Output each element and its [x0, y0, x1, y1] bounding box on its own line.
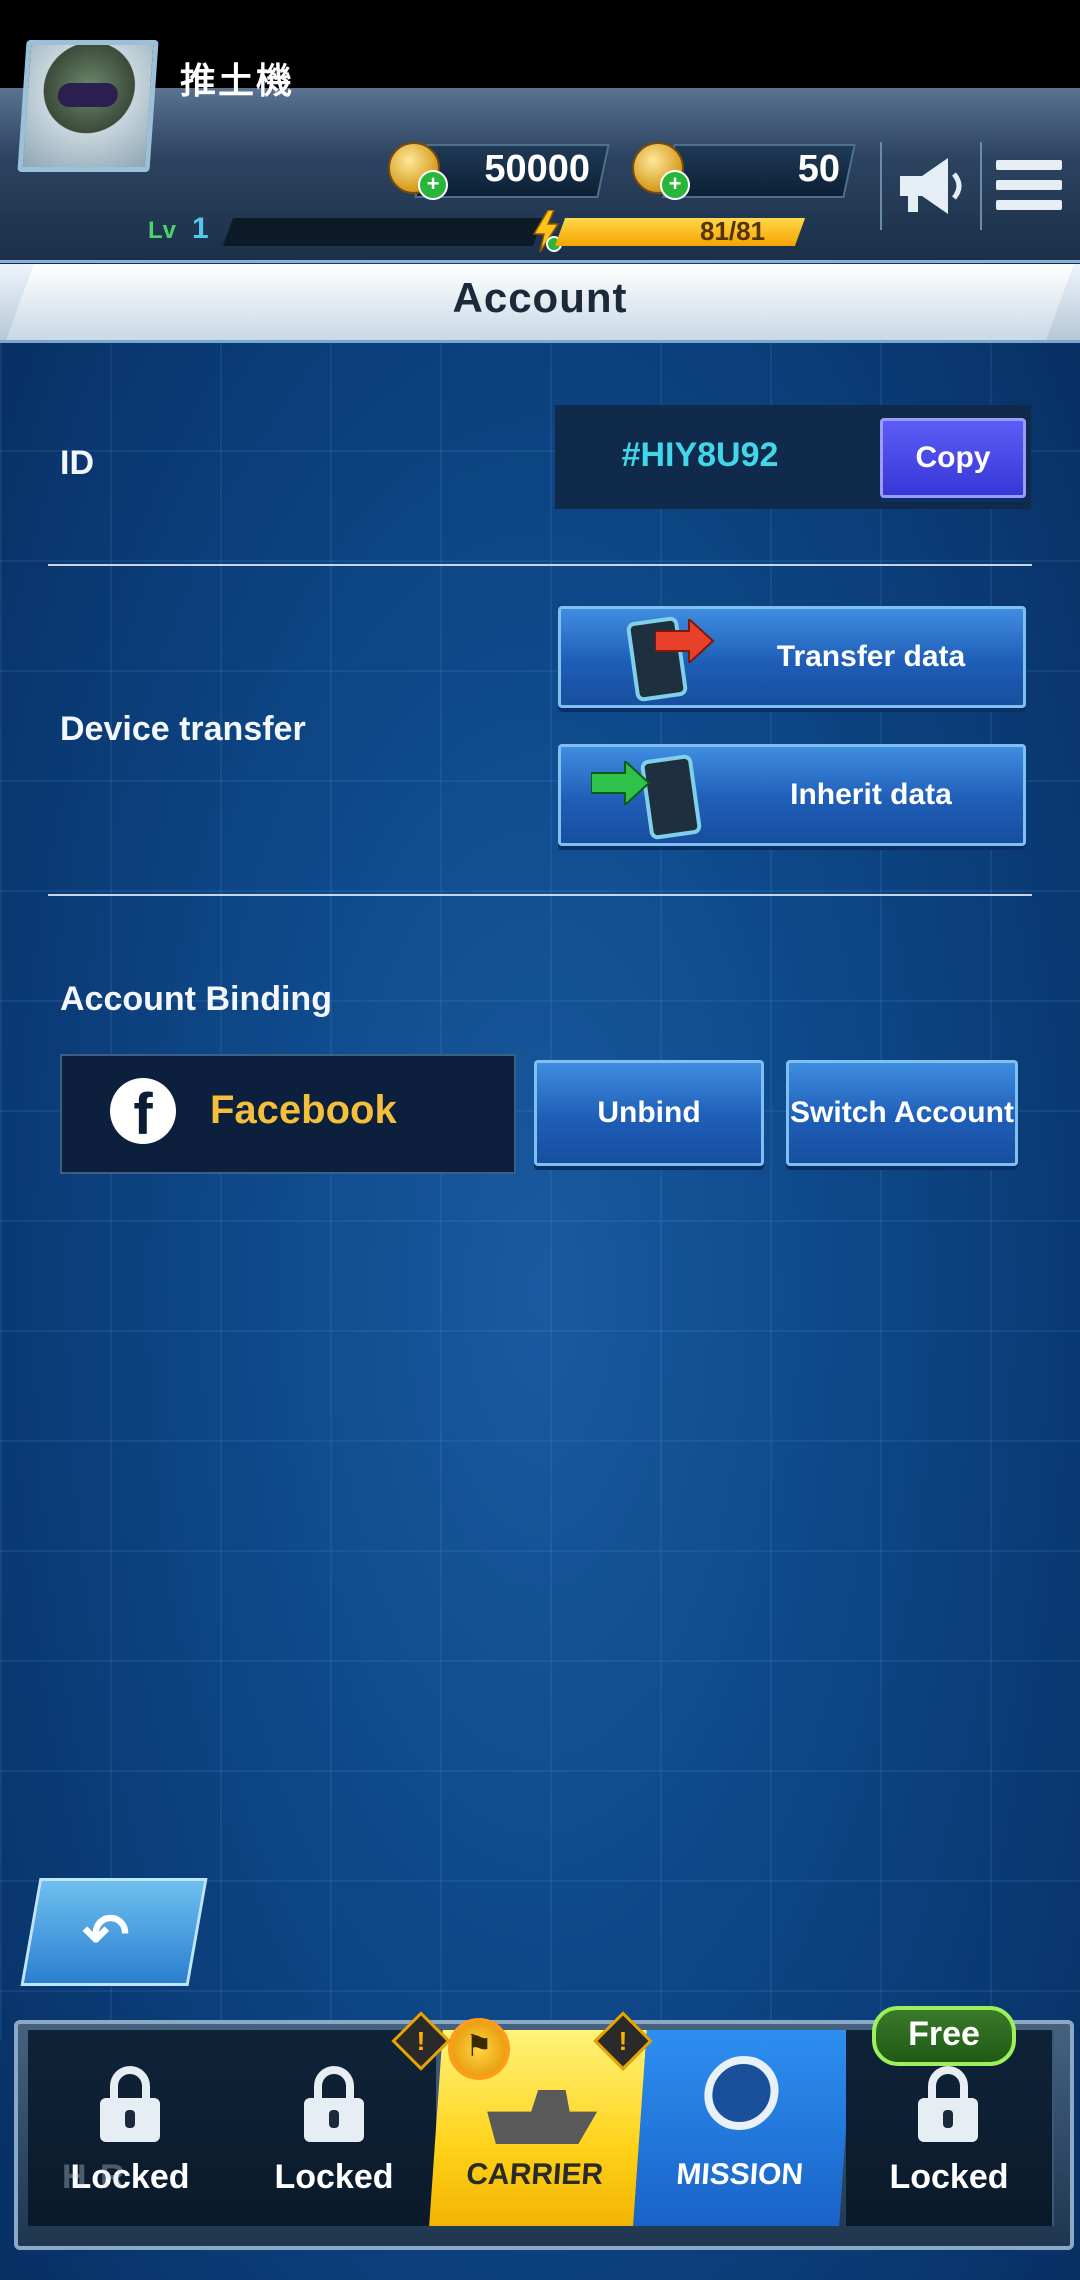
inherit-data-button[interactable]: Inherit data [558, 744, 1026, 846]
nav-tab-locked-2[interactable]: Locked [232, 2030, 438, 2226]
mission-radar-icon [701, 2056, 782, 2130]
unbind-button[interactable]: Unbind [534, 1060, 764, 1166]
add-coins-icon[interactable]: + [418, 170, 448, 200]
level-prefix: Lv [148, 217, 177, 244]
facebook-label: Facebook [210, 1088, 397, 1132]
player-name: 推土機 [180, 60, 295, 101]
menu-button[interactable] [980, 142, 1078, 230]
exp-bar [222, 218, 544, 246]
flag-badge-icon: ⚑ [448, 2018, 510, 2080]
lock-icon [304, 2066, 364, 2142]
nav-tab-label: Locked [70, 2158, 190, 2196]
transfer-data-button[interactable]: Transfer data [558, 606, 1026, 708]
carrier-ship-icon [485, 2090, 599, 2144]
add-tokens-icon[interactable]: + [660, 170, 690, 200]
inherit-arrow-icon [591, 761, 651, 805]
coin-amount: 50000 [484, 148, 590, 190]
nav-tab-label: CARRIER [465, 2158, 605, 2191]
device-transfer-label: Device transfer [60, 710, 306, 748]
background-grid [0, 340, 1080, 2040]
id-label: ID [60, 444, 94, 482]
back-arrow-icon: ↶ [82, 1902, 130, 1965]
level-value: 1 [192, 212, 209, 245]
nav-tab-hidden-label: H R [62, 2158, 127, 2196]
inherit-data-label: Inherit data [790, 778, 952, 811]
transfer-arrow-icon [655, 619, 715, 663]
lock-icon [918, 2066, 978, 2142]
divider [48, 564, 1032, 566]
divider [48, 894, 1032, 896]
nav-tab-locked-1[interactable]: Locked [28, 2030, 234, 2226]
megaphone-icon [900, 158, 962, 214]
nav-tab-label: MISSION [675, 2158, 805, 2191]
token-amount: 50 [797, 148, 840, 190]
status-bar [0, 0, 1080, 88]
player-level: Lv 1 [148, 212, 226, 252]
account-binding-label: Account Binding [60, 980, 332, 1018]
nav-tab-mission[interactable]: MISSION [633, 2030, 853, 2226]
announcement-button[interactable] [880, 142, 976, 230]
free-badge: Free [872, 2006, 1016, 2066]
facebook-icon: f [110, 1078, 176, 1147]
copy-id-button[interactable]: Copy [880, 418, 1026, 498]
player-avatar[interactable] [17, 40, 159, 172]
transfer-data-label: Transfer data [776, 640, 966, 673]
account-id-value: #HIY8U92 [621, 436, 779, 474]
switch-account-button[interactable]: Switch Account [786, 1060, 1018, 1166]
nav-tab-label: Locked [889, 2158, 1009, 2196]
energy-value: 81/81 [700, 216, 766, 246]
nav-tab-label: Locked [274, 2158, 394, 2196]
energy-bar [554, 218, 806, 246]
lock-icon [100, 2066, 160, 2142]
page-title: Account [452, 274, 628, 321]
back-button[interactable]: ↶ [20, 1878, 208, 1986]
